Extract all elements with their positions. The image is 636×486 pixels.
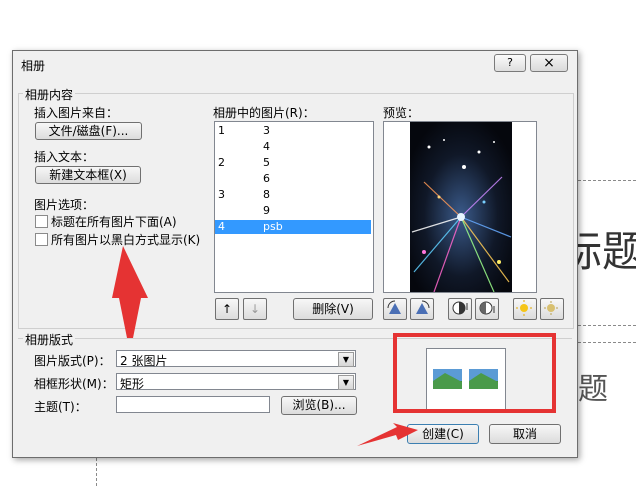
list-item-page: 1 bbox=[218, 124, 225, 137]
frame-shape-label: 相框形状(M)： bbox=[34, 377, 114, 391]
captions-checkbox[interactable] bbox=[35, 215, 48, 228]
theme-input[interactable] bbox=[116, 396, 270, 413]
album-pictures-list[interactable]: 1 3 4 2 5 6 3 8 9 4 psb bbox=[214, 121, 374, 293]
album-content-group-label: 相册内容 bbox=[23, 86, 76, 103]
captions-option-label: 标题在所有图片下面(A) bbox=[51, 215, 177, 229]
help-button[interactable]: ? bbox=[494, 54, 526, 72]
frame-shape-select[interactable]: 矩形 ▼ bbox=[116, 373, 356, 391]
brightness-up-icon[interactable] bbox=[513, 298, 537, 320]
list-item[interactable]: 9 bbox=[215, 204, 371, 218]
picture-options-label: 图片选项： bbox=[34, 198, 95, 212]
cancel-button[interactable]: 取消 bbox=[489, 424, 561, 444]
album-layout-group-label: 相册版式 bbox=[23, 331, 76, 348]
dialog-titlebar: 相册 ? × bbox=[13, 51, 577, 77]
delete-button[interactable]: 删除(V) bbox=[293, 298, 373, 320]
dialog-title: 相册 bbox=[21, 59, 46, 73]
picture-layout-label: 图片版式(P)： bbox=[34, 354, 111, 368]
list-item-name: 8 bbox=[263, 188, 270, 201]
brightness-up-icon-svg bbox=[516, 300, 532, 316]
album-pictures-label: 相册中的图片(R)： bbox=[213, 106, 315, 120]
list-item-name: 3 bbox=[263, 124, 270, 137]
slide-placeholder-border bbox=[578, 342, 636, 343]
list-item-name: 5 bbox=[263, 156, 270, 169]
annotation-highlight-box bbox=[393, 333, 556, 413]
list-item-page: 3 bbox=[218, 188, 225, 201]
chevron-down-icon: ▼ bbox=[338, 352, 354, 367]
rotate-left-icon[interactable] bbox=[383, 298, 407, 320]
preview-photo bbox=[410, 122, 512, 293]
picture-layout-value: 2 张图片 bbox=[120, 354, 168, 368]
list-item-name: psb bbox=[263, 220, 283, 233]
move-down-button[interactable]: ↓ bbox=[243, 298, 267, 320]
slide-placeholder-border bbox=[578, 180, 636, 181]
insert-from-label: 插入图片来自： bbox=[34, 106, 119, 120]
brightness-down-icon-svg bbox=[544, 301, 558, 315]
theme-label: 主题(T)： bbox=[34, 400, 87, 414]
preview-label: 预览： bbox=[383, 106, 420, 120]
chevron-down-icon: ▼ bbox=[338, 375, 354, 390]
list-item[interactable]: 25 bbox=[215, 156, 371, 170]
list-item-page: 2 bbox=[218, 156, 225, 169]
close-button[interactable]: × bbox=[530, 54, 568, 72]
rotate-left-icon-svg bbox=[387, 300, 401, 314]
move-up-button[interactable]: ↑ bbox=[215, 298, 239, 320]
contrast-up-icon[interactable] bbox=[448, 298, 472, 320]
slide-subtitle-text: 题 bbox=[578, 372, 608, 407]
slide-placeholder-border bbox=[578, 325, 636, 326]
black-white-checkbox[interactable] bbox=[35, 233, 48, 246]
preview-image bbox=[383, 121, 537, 293]
list-item[interactable]: 4 psb bbox=[215, 220, 371, 234]
contrast-down-icon[interactable] bbox=[475, 298, 499, 320]
black-white-option-label: 所有图片以黑白方式显示(K) bbox=[51, 233, 201, 247]
frame-shape-value: 矩形 bbox=[120, 377, 145, 391]
brightness-down-icon[interactable] bbox=[540, 298, 564, 320]
list-item[interactable]: 4 bbox=[215, 140, 371, 154]
new-textbox-button[interactable]: 新建文本框(X) bbox=[35, 166, 141, 184]
contrast-down-icon-svg bbox=[479, 301, 495, 315]
rotate-right-icon-svg bbox=[416, 300, 430, 314]
insert-text-label: 插入文本： bbox=[34, 150, 95, 164]
file-disk-button[interactable]: 文件/磁盘(F)... bbox=[35, 122, 142, 140]
list-item[interactable]: 13 bbox=[215, 124, 371, 138]
list-item-name: 4 bbox=[263, 140, 270, 153]
browse-button[interactable]: 浏览(B)... bbox=[281, 396, 357, 415]
contrast-up-icon-svg bbox=[452, 301, 468, 315]
list-item-page: 4 bbox=[218, 220, 225, 233]
slide-placeholder-border bbox=[96, 458, 97, 486]
list-item[interactable]: 38 bbox=[215, 188, 371, 202]
create-button[interactable]: 创建(C) bbox=[407, 424, 479, 444]
rotate-right-icon[interactable] bbox=[410, 298, 434, 320]
list-item[interactable]: 6 bbox=[215, 172, 371, 186]
picture-layout-select[interactable]: 2 张图片 ▼ bbox=[116, 350, 356, 368]
list-item-name: 6 bbox=[263, 172, 270, 185]
list-item-name: 9 bbox=[263, 204, 270, 217]
